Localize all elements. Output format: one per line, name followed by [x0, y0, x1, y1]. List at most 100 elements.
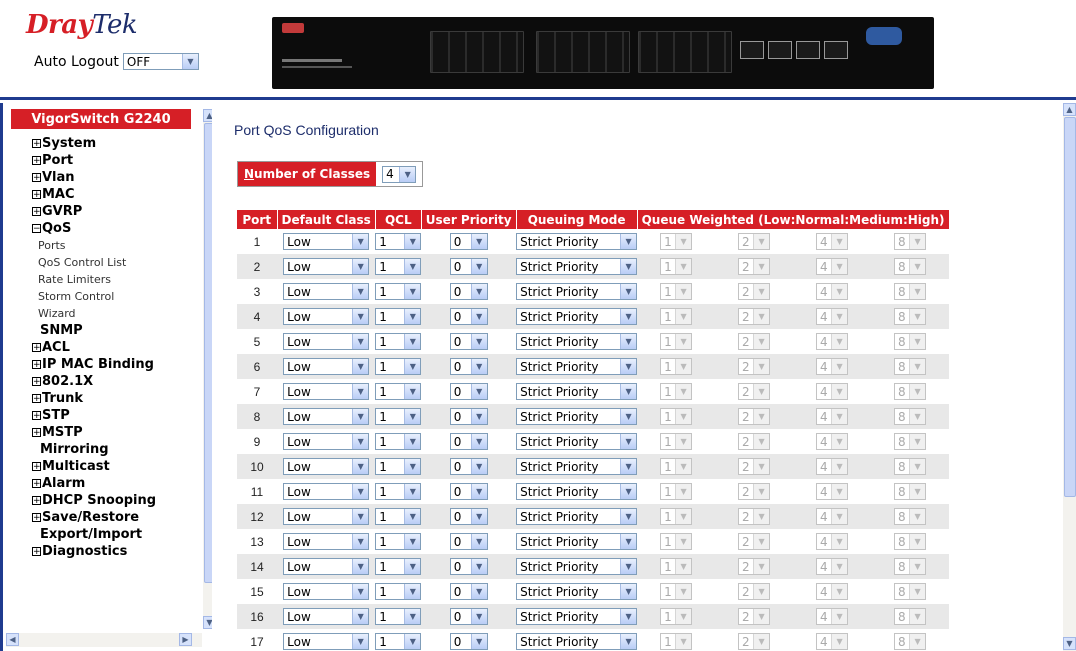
default-class-select[interactable]: Low ▼ [283, 608, 370, 625]
queuing-mode-select[interactable]: Strict Priority ▼ [516, 258, 638, 275]
queuing-mode-select[interactable]: Strict Priority ▼ [516, 483, 638, 500]
sidebar-item-export-import[interactable]: Export/Import [32, 526, 202, 543]
default-class-select[interactable]: Low ▼ [283, 358, 370, 375]
scroll-down-icon[interactable]: ▼ [1063, 637, 1076, 650]
queuing-mode-select[interactable]: Strict Priority ▼ [516, 583, 638, 600]
qcl-select[interactable]: 1 ▼ [375, 608, 422, 625]
main-scroll-thumb[interactable] [1064, 117, 1076, 497]
sidebar-item-mstp[interactable]: + MSTP [32, 424, 202, 441]
sidebar-item-mirroring[interactable]: Mirroring [32, 441, 202, 458]
user-priority-select[interactable]: 0 ▼ [449, 633, 488, 650]
sidebar-subitem-wizard[interactable]: Wizard [32, 305, 202, 322]
queuing-mode-select[interactable]: Strict Priority ▼ [516, 233, 638, 250]
sidebar-item-dhcp-snooping[interactable]: + DHCP Snooping [32, 492, 202, 509]
default-class-select[interactable]: Low ▼ [283, 533, 370, 550]
default-class-select[interactable]: Low ▼ [283, 283, 370, 300]
user-priority-select[interactable]: 0 ▼ [449, 408, 488, 425]
scroll-right-icon[interactable]: ▶ [179, 633, 192, 646]
sidebar-subitem-ports[interactable]: Ports [32, 237, 202, 254]
auto-logout-select[interactable]: OFF ▼ [122, 53, 199, 70]
user-priority-select[interactable]: 0 ▼ [449, 383, 488, 400]
qcl-select[interactable]: 1 ▼ [375, 433, 422, 450]
queuing-mode-select[interactable]: Strict Priority ▼ [516, 533, 638, 550]
default-class-select[interactable]: Low ▼ [283, 483, 370, 500]
default-class-select[interactable]: Low ▼ [283, 583, 370, 600]
scroll-up-icon[interactable]: ▲ [1063, 103, 1076, 116]
default-class-select[interactable]: Low ▼ [283, 458, 370, 475]
qcl-select[interactable]: 1 ▼ [375, 308, 422, 325]
sidebar-item-diagnostics[interactable]: + Diagnostics [32, 543, 202, 560]
main-vertical-scrollbar[interactable] [1063, 103, 1076, 651]
queuing-mode-select[interactable]: Strict Priority ▼ [516, 383, 638, 400]
default-class-select[interactable]: Low ▼ [283, 233, 370, 250]
queuing-mode-select[interactable]: Strict Priority ▼ [516, 558, 638, 575]
default-class-select[interactable]: Low ▼ [283, 408, 370, 425]
sidebar-item-qos[interactable]: − QoS [32, 220, 202, 237]
qcl-select[interactable]: 1 ▼ [375, 558, 422, 575]
qcl-select[interactable]: 1 ▼ [375, 408, 422, 425]
user-priority-select[interactable]: 0 ▼ [449, 558, 488, 575]
sidebar-item-mac[interactable]: + MAC [32, 186, 202, 203]
qcl-select[interactable]: 1 ▼ [375, 483, 422, 500]
qcl-select[interactable]: 1 ▼ [375, 508, 422, 525]
user-priority-select[interactable]: 0 ▼ [449, 583, 488, 600]
qcl-select[interactable]: 1 ▼ [375, 633, 422, 650]
default-class-select[interactable]: Low ▼ [283, 508, 370, 525]
default-class-select[interactable]: Low ▼ [283, 258, 370, 275]
user-priority-select[interactable]: 0 ▼ [449, 508, 488, 525]
sidebar-subitem-qos-control-list[interactable]: QoS Control List [32, 254, 202, 271]
number-of-classes-select[interactable]: 4 ▼ [382, 165, 417, 183]
sidebar-item-system[interactable]: + System [32, 135, 202, 152]
queuing-mode-select[interactable]: Strict Priority ▼ [516, 333, 638, 350]
user-priority-select[interactable]: 0 ▼ [449, 283, 488, 300]
user-priority-select[interactable]: 0 ▼ [449, 333, 488, 350]
default-class-select[interactable]: Low ▼ [283, 433, 370, 450]
qcl-select[interactable]: 1 ▼ [375, 358, 422, 375]
queuing-mode-select[interactable]: Strict Priority ▼ [516, 408, 638, 425]
qcl-select[interactable]: 1 ▼ [375, 258, 422, 275]
sidebar-item-ip-mac-binding[interactable]: + IP MAC Binding [32, 356, 202, 373]
sidebar-subitem-rate-limiters[interactable]: Rate Limiters [32, 271, 202, 288]
default-class-select[interactable]: Low ▼ [283, 383, 370, 400]
sidebar-item-port[interactable]: + Port [32, 152, 202, 169]
qcl-select[interactable]: 1 ▼ [375, 458, 422, 475]
sidebar-title[interactable]: VigorSwitch G2240 [11, 109, 191, 129]
sidebar-item-acl[interactable]: + ACL [32, 339, 202, 356]
user-priority-select[interactable]: 0 ▼ [449, 608, 488, 625]
sidebar-horizontal-scrollbar[interactable] [6, 633, 202, 647]
qcl-select[interactable]: 1 ▼ [375, 283, 422, 300]
qcl-select[interactable]: 1 ▼ [375, 333, 422, 350]
user-priority-select[interactable]: 0 ▼ [449, 358, 488, 375]
sidebar-item-vlan[interactable]: + Vlan [32, 169, 202, 186]
sidebar-item-alarm[interactable]: + Alarm [32, 475, 202, 492]
user-priority-select[interactable]: 0 ▼ [449, 233, 488, 250]
sidebar-item-trunk[interactable]: + Trunk [32, 390, 202, 407]
default-class-select[interactable]: Low ▼ [283, 633, 370, 650]
user-priority-select[interactable]: 0 ▼ [449, 433, 488, 450]
queuing-mode-select[interactable]: Strict Priority ▼ [516, 433, 638, 450]
queuing-mode-select[interactable]: Strict Priority ▼ [516, 283, 638, 300]
queuing-mode-select[interactable]: Strict Priority ▼ [516, 608, 638, 625]
user-priority-select[interactable]: 0 ▼ [449, 483, 488, 500]
queuing-mode-select[interactable]: Strict Priority ▼ [516, 508, 638, 525]
queuing-mode-select[interactable]: Strict Priority ▼ [516, 633, 638, 650]
qcl-select[interactable]: 1 ▼ [375, 233, 422, 250]
scroll-left-icon[interactable]: ◀ [6, 633, 19, 646]
default-class-select[interactable]: Low ▼ [283, 333, 370, 350]
sidebar-item-save-restore[interactable]: + Save/Restore [32, 509, 202, 526]
sidebar-item-8021x[interactable]: +802.1X [32, 373, 202, 390]
user-priority-select[interactable]: 0 ▼ [449, 308, 488, 325]
sidebar-subitem-storm-control[interactable]: Storm Control [32, 288, 202, 305]
user-priority-select[interactable]: 0 ▼ [449, 533, 488, 550]
queuing-mode-select[interactable]: Strict Priority ▼ [516, 308, 638, 325]
default-class-select[interactable]: Low ▼ [283, 308, 370, 325]
qcl-select[interactable]: 1 ▼ [375, 533, 422, 550]
sidebar-item-snmp[interactable]: SNMP [32, 322, 202, 339]
qcl-select[interactable]: 1 ▼ [375, 583, 422, 600]
sidebar-item-gvrp[interactable]: + GVRP [32, 203, 202, 220]
queuing-mode-select[interactable]: Strict Priority ▼ [516, 358, 638, 375]
qcl-select[interactable]: 1 ▼ [375, 383, 422, 400]
default-class-select[interactable]: Low ▼ [283, 558, 370, 575]
user-priority-select[interactable]: 0 ▼ [449, 258, 488, 275]
sidebar-item-multicast[interactable]: + Multicast [32, 458, 202, 475]
